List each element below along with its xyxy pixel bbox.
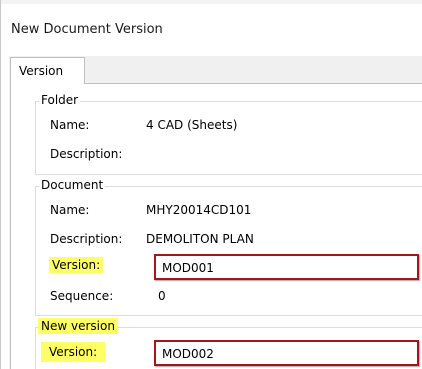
folder-description-label: Description:: [50, 147, 123, 161]
document-version-label: Version:: [49, 257, 104, 273]
new-version-input[interactable]: [162, 347, 402, 361]
new-document-version-dialog: New Document Version Version Folder Name…: [0, 0, 422, 369]
folder-legend: Folder: [39, 93, 81, 107]
new-version-label: Version:: [41, 342, 106, 362]
folder-name-value: 4 CAD (Sheets): [146, 118, 238, 132]
document-sequence-value: 0: [158, 289, 166, 303]
document-legend: Document: [39, 178, 106, 192]
document-name-label: Name:: [50, 203, 90, 217]
folder-name-label: Name:: [50, 118, 90, 132]
folder-group: [35, 101, 422, 175]
new-version-field[interactable]: [154, 340, 419, 366]
document-description-value: DEMOLITON PLAN: [146, 232, 254, 246]
document-sequence-label: Sequence:: [50, 289, 114, 303]
dialog-title: New Document Version: [11, 22, 163, 37]
document-version-field[interactable]: MOD001: [154, 254, 419, 280]
document-description-label: Description:: [50, 232, 123, 246]
tab-version[interactable]: Version: [10, 57, 85, 84]
document-name-value: MHY20014CD101: [146, 203, 252, 217]
document-version-value: MOD001: [162, 261, 214, 275]
version-tab-panel: Folder Name: 4 CAD (Sheets) Description:…: [10, 83, 422, 369]
title-bar-strip: [1, 0, 422, 4]
new-version-legend: New version: [38, 318, 118, 334]
